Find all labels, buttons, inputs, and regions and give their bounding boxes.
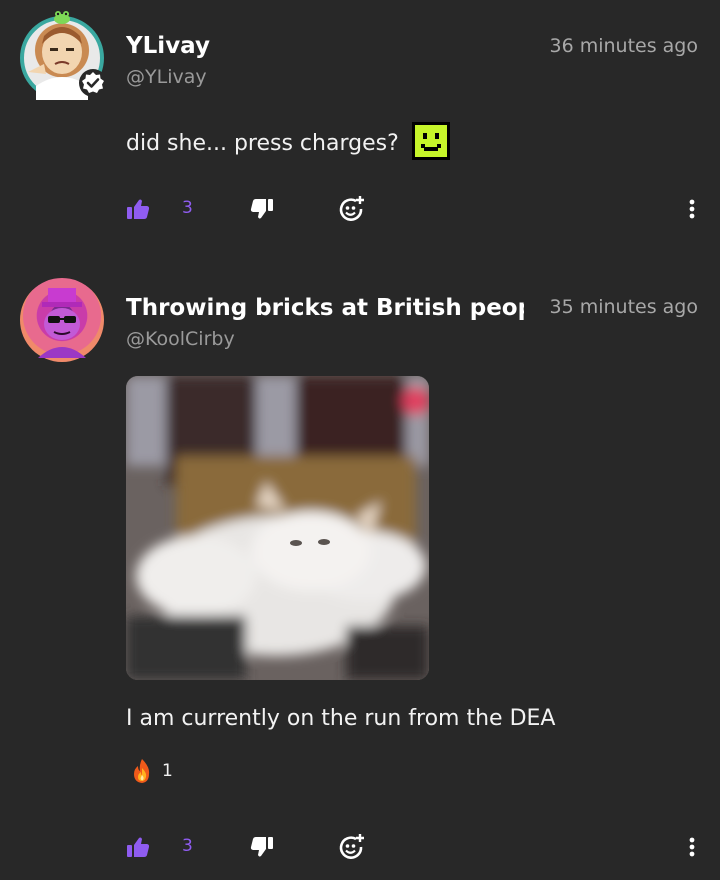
attached-video[interactable] — [126, 376, 429, 680]
timestamp[interactable]: 35 minutes ago — [550, 296, 699, 318]
avatar-illustration — [38, 288, 86, 358]
video-frame-image — [126, 376, 429, 680]
username[interactable]: YLivay — [126, 33, 210, 59]
add-reaction-button[interactable] — [338, 194, 366, 224]
timestamp[interactable]: 36 minutes ago — [550, 35, 699, 57]
frog-badge-icon — [54, 11, 70, 24]
comment-text: did she... press charges? — [126, 122, 450, 160]
verified-icon — [79, 69, 107, 97]
comment-text-content: did she... press charges? — [126, 131, 399, 156]
thumbs-down-icon — [250, 199, 273, 219]
comment-post: Throwing bricks at British peop @KoolCir… — [0, 262, 720, 880]
add-reaction-icon — [339, 196, 364, 221]
avatar[interactable] — [20, 278, 104, 362]
user-handle[interactable]: @KoolCirby — [126, 328, 235, 350]
thumbs-up-icon — [127, 199, 150, 219]
more-options-button[interactable] — [686, 832, 698, 862]
add-reaction-button[interactable] — [338, 832, 366, 862]
avatar[interactable] — [20, 11, 107, 100]
add-reaction-icon — [339, 834, 364, 859]
comment-actions: 3 — [126, 194, 698, 224]
reaction-count: 1 — [162, 761, 173, 781]
like-button[interactable] — [126, 832, 150, 862]
comment-actions: 3 — [126, 832, 698, 862]
fire-icon — [134, 759, 150, 783]
fire-reaction[interactable]: 1 — [130, 758, 173, 784]
more-options-button[interactable] — [686, 194, 698, 224]
dislike-button[interactable] — [250, 832, 274, 862]
like-button[interactable] — [126, 194, 150, 224]
dislike-button[interactable] — [250, 194, 274, 224]
comment-text: I am currently on the run from the DEA — [126, 706, 556, 731]
user-handle[interactable]: @YLivay — [126, 66, 207, 88]
like-count: 3 — [182, 836, 193, 856]
more-vertical-icon — [689, 837, 695, 857]
username[interactable]: Throwing bricks at British peop — [126, 295, 524, 321]
thumbs-down-icon — [250, 837, 273, 857]
more-vertical-icon — [689, 199, 695, 219]
like-count: 3 — [182, 198, 193, 218]
thumbs-up-icon — [127, 837, 150, 857]
comment-post: YLivay @YLivay 36 minutes ago did she...… — [0, 0, 720, 262]
pixel-smiley-emote — [411, 122, 450, 160]
